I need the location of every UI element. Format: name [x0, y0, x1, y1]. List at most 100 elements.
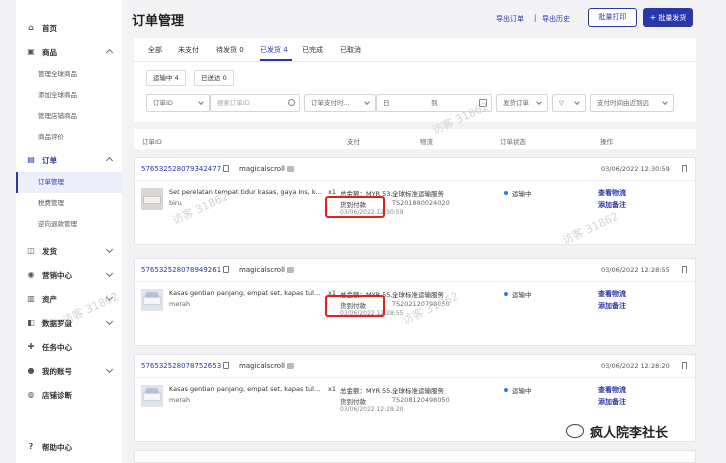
order-id-select[interactable]: 订单ID	[146, 94, 210, 112]
sidebar-item-help[interactable]: ? 帮助中心	[16, 435, 122, 459]
buyer-name: magicalscroll	[239, 362, 285, 370]
order-time: 03/06/2022 12:28:55	[601, 266, 670, 274]
order-status-label: 运输中	[512, 291, 532, 299]
order-head: 576532528078949261 magicalscroll 03/06/2…	[135, 259, 695, 281]
flag-icon[interactable]	[682, 165, 687, 172]
chat-icon[interactable]	[287, 363, 294, 369]
chevron-down-icon	[662, 99, 668, 105]
order-tabs: 全部 未支付 待发货 0 已发货 4 已完成 已取消 运输中 4 已送达 0 订…	[134, 38, 696, 122]
order-status-label: 运输中	[512, 190, 532, 198]
wechat-logo-icon	[566, 424, 584, 438]
filter-button[interactable]: ▽	[552, 94, 586, 112]
sidebar-sub-order-manage[interactable]: 订单管理	[16, 172, 122, 193]
sidebar-item-marketing[interactable]: ◉ 营销中心	[16, 263, 122, 287]
sidebar-item-label: 任务中心	[42, 342, 72, 352]
sidebar-sub-goods-review[interactable]: 商品评价	[16, 127, 122, 148]
tracking-number: TS201880024020	[392, 199, 450, 207]
order-divider	[135, 377, 695, 378]
logistics-service: 全球标准运输服务	[392, 190, 444, 198]
sidebar: ⌂ 首页 ▣ 商品 管理全球商品 添加全球商品 管理店铺商品 商品评价 ▤ 订单 订单…	[16, 0, 122, 463]
shipping-select[interactable]: 发货订单	[496, 94, 548, 112]
product-name: Kasas gentian panjang, empat set, kapas …	[169, 385, 324, 393]
batch-print-button[interactable]: 批量打印	[588, 8, 637, 27]
tab-shipped[interactable]: 已发货 4	[260, 45, 288, 55]
order-status: 运输中	[504, 289, 532, 299]
sidebar-item-shipping[interactable]: ◫ 发货	[16, 239, 122, 263]
sidebar-item-goods[interactable]: ▣ 商品	[16, 40, 122, 64]
sort-select[interactable]: 支付时间由近到远	[590, 94, 674, 112]
tab-all[interactable]: 全部	[148, 45, 162, 55]
chevron-down-icon	[574, 99, 580, 105]
flag-icon[interactable]	[682, 362, 687, 369]
export-orders-link[interactable]: 导出订单	[496, 14, 524, 24]
payment-status: 货到付款	[340, 398, 366, 406]
sidebar-item-task[interactable]: ✚ 任务中心	[16, 335, 122, 359]
tab-completed[interactable]: 已完成	[302, 45, 323, 55]
subtab-in-transit[interactable]: 运输中 4	[146, 70, 186, 86]
copy-icon[interactable]	[223, 165, 229, 172]
sidebar-item-orders[interactable]: ▤ 订单	[16, 148, 122, 172]
product-qty: x1	[328, 188, 336, 196]
view-logistics-link[interactable]: 查看物流	[598, 385, 626, 395]
sidebar-item-label: 店铺诊断	[42, 390, 72, 400]
order-divider	[135, 281, 695, 282]
payment-time: 03/06/2022 12:28:20	[340, 406, 404, 413]
th-actions: 操作	[600, 138, 613, 146]
copy-icon[interactable]	[223, 266, 229, 273]
add-note-link[interactable]: 添加备注	[598, 301, 626, 311]
order-id-link[interactable]: 576532528078949261	[141, 266, 221, 274]
pay-time-select[interactable]: 订单支付时...	[304, 94, 376, 112]
subtab-delivered[interactable]: 已送达 0	[194, 70, 234, 86]
tab-to-ship[interactable]: 待发货 0	[216, 45, 244, 55]
product-variant: merah	[169, 300, 191, 308]
tab-unpaid[interactable]: 未支付	[178, 45, 199, 55]
account-icon: ●	[27, 366, 35, 375]
product-name: Kasas gentian panjang, empat set, kapas …	[169, 289, 324, 297]
sidebar-sub-manage-global-goods[interactable]: 管理全球商品	[16, 64, 122, 85]
add-note-link[interactable]: 添加备注	[598, 397, 626, 407]
brand-text: 疯人院李社长	[590, 425, 669, 441]
header-separator: |	[534, 14, 537, 22]
view-logistics-link[interactable]: 查看物流	[598, 289, 626, 299]
copy-icon[interactable]	[223, 362, 229, 369]
sidebar-item-label: 商品	[42, 47, 57, 57]
order-id-link[interactable]: 576532528079342477	[141, 165, 221, 173]
chat-icon[interactable]	[287, 166, 294, 172]
task-icon: ✚	[27, 342, 35, 351]
product-name: Set perelatan tempat tidur kasas, gaya I…	[169, 188, 324, 196]
date-from: 日	[383, 99, 390, 107]
batch-ship-button[interactable]: + 批量发货	[643, 8, 693, 27]
buyer-name: magicalscroll	[239, 165, 285, 173]
product-variant: merah	[169, 396, 191, 404]
sort-label: 支付时间由近到远	[597, 99, 649, 107]
chevron-down-icon	[364, 99, 370, 105]
chat-icon[interactable]	[287, 267, 294, 273]
view-logistics-link[interactable]: 查看物流	[598, 188, 626, 198]
batch-ship-label: 批量发货	[658, 14, 687, 22]
sidebar-item-diagnose[interactable]: ◍ 店铺诊断	[16, 383, 122, 407]
product-thumbnail	[141, 385, 163, 407]
tab-cancelled[interactable]: 已取消	[340, 45, 361, 55]
chevron-down-icon	[105, 317, 114, 326]
search-input[interactable]: 搜索订单ID	[210, 94, 300, 112]
logistics-service: 全球标准运输服务	[392, 387, 444, 395]
sidebar-item-label: 帮助中心	[42, 442, 72, 452]
th-status: 订单状态	[500, 138, 526, 146]
status-dot-icon	[504, 292, 508, 296]
sidebar-item-home[interactable]: ⌂ 首页	[16, 16, 122, 40]
sidebar-sub-tax-manage[interactable]: 税费管理	[16, 193, 122, 214]
home-icon: ⌂	[28, 23, 34, 32]
sidebar-sub-refund-manage[interactable]: 逆向退款管理	[16, 214, 122, 235]
sidebar-sub-add-global-goods[interactable]: 添加全球商品	[16, 85, 122, 106]
sidebar-sub-manage-store-goods[interactable]: 管理店铺商品	[16, 106, 122, 127]
tab-divider	[134, 61, 696, 62]
highlight-box	[325, 196, 385, 218]
page-title: 订单管理	[132, 14, 185, 29]
order-id-link[interactable]: 576532528078752653	[141, 362, 221, 370]
chevron-down-icon	[536, 99, 542, 105]
sidebar-item-account[interactable]: ● 我的账号	[16, 359, 122, 383]
flag-icon[interactable]	[682, 266, 687, 273]
export-history-link[interactable]: 导出历史	[542, 14, 570, 24]
assets-icon: ▥	[27, 294, 35, 303]
marketing-icon: ◉	[27, 270, 35, 279]
